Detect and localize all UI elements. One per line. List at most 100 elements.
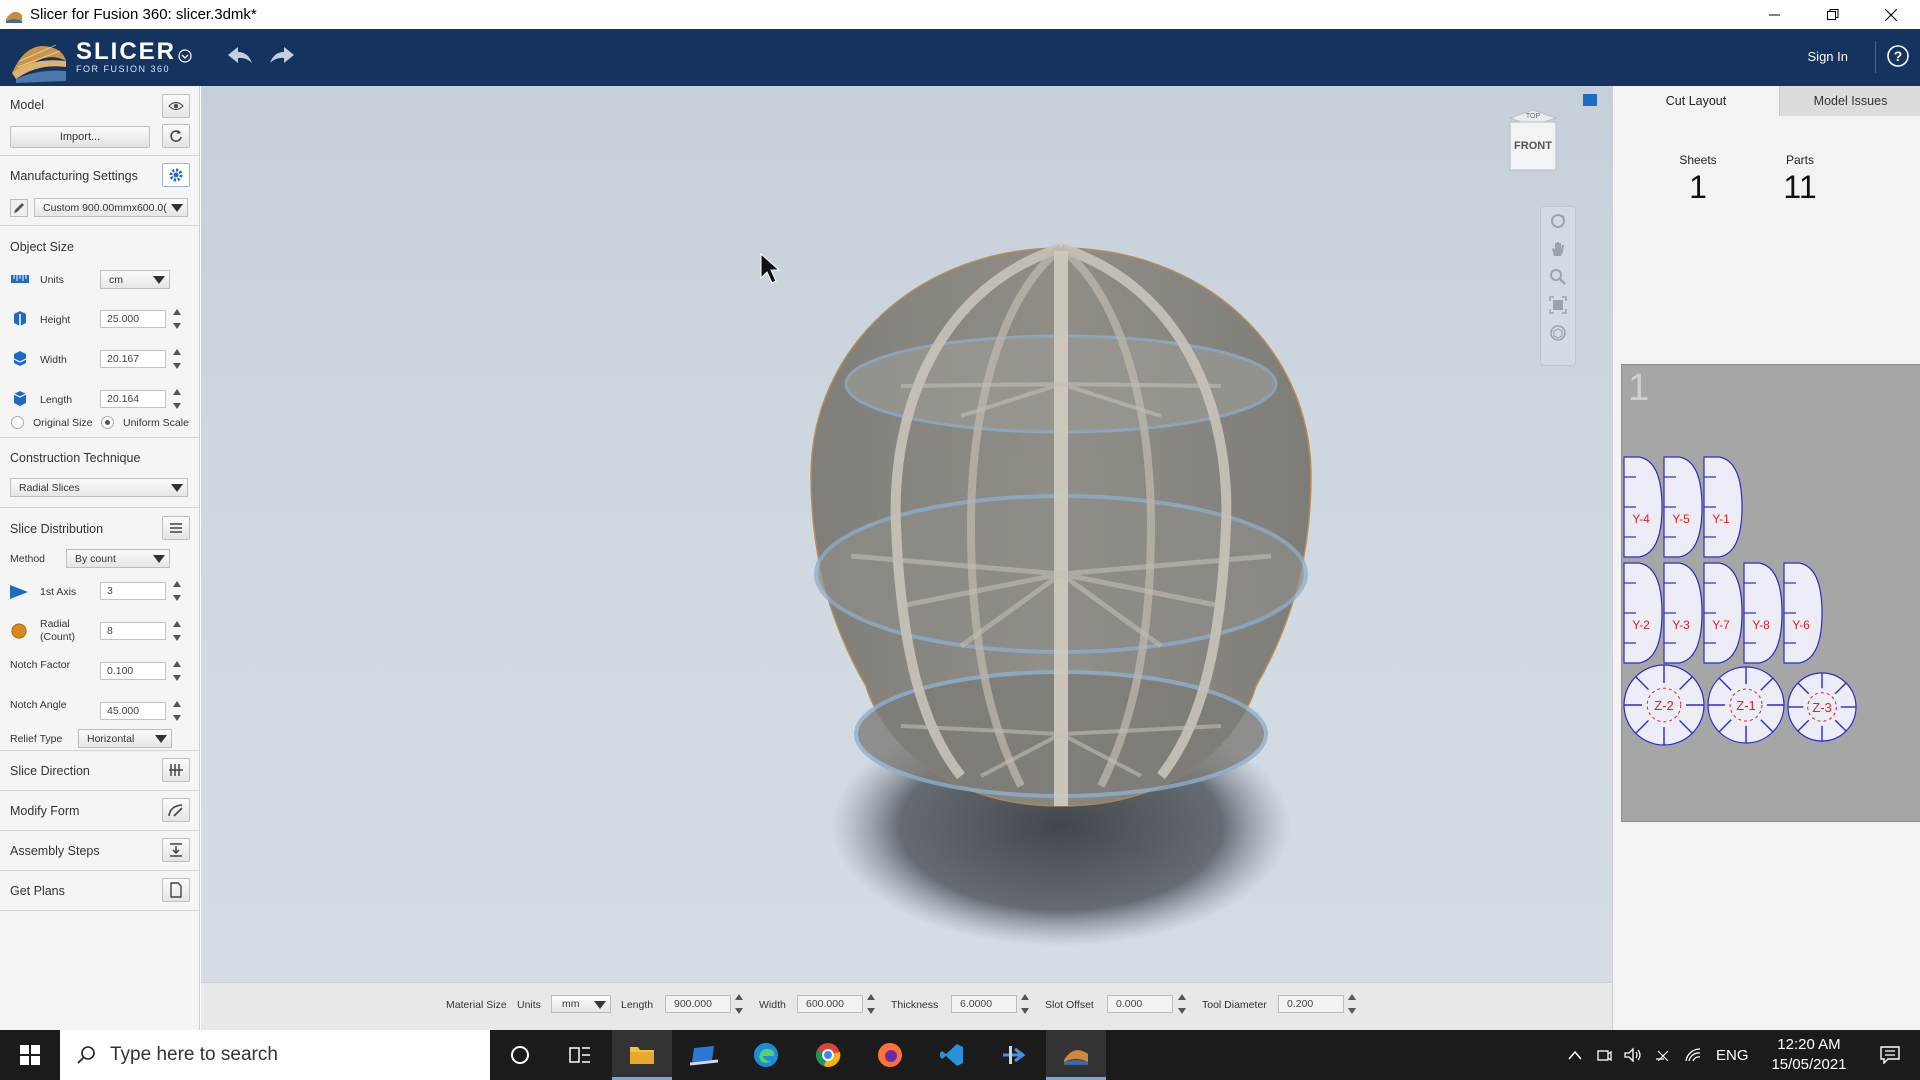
- slicer-taskbar-button[interactable]: [1046, 1030, 1106, 1080]
- height-stepper[interactable]: [172, 307, 182, 331]
- help-icon[interactable]: ?: [1886, 44, 1910, 68]
- notifications-button[interactable]: [1860, 1030, 1920, 1080]
- zoom-button[interactable]: [1541, 263, 1575, 291]
- slot-offset-input[interactable]: 0.000: [1107, 995, 1173, 1013]
- undo-icon[interactable]: [226, 45, 254, 65]
- firefox-browser-button[interactable]: [860, 1030, 920, 1080]
- slice-distribution-button[interactable]: [162, 516, 190, 540]
- length-stepper[interactable]: [172, 387, 182, 411]
- sheets-stat: Sheets 1: [1663, 153, 1733, 206]
- edge-browser-button[interactable]: [736, 1030, 796, 1080]
- get-plans-section[interactable]: Get Plans: [0, 871, 199, 911]
- chevron-up-icon[interactable]: [1568, 1050, 1582, 1060]
- minimize-button[interactable]: [1746, 0, 1804, 29]
- sheet-part[interactable]: Y-6: [1783, 562, 1823, 664]
- file-explorer-button[interactable]: [612, 1030, 672, 1080]
- notch-factor-stepper[interactable]: [172, 659, 182, 683]
- thickness-input[interactable]: 6.0000: [951, 995, 1017, 1013]
- sheet-part[interactable]: Y-5: [1663, 456, 1703, 558]
- notch-angle-stepper[interactable]: [172, 699, 182, 723]
- original-size-radio[interactable]: [11, 416, 24, 429]
- pen-input-icon[interactable]: [1654, 1047, 1672, 1063]
- width-stepper[interactable]: [172, 347, 182, 371]
- tab-cut-layout[interactable]: Cut Layout: [1613, 86, 1779, 116]
- chevron-down-icon: [155, 735, 167, 743]
- start-button[interactable]: [0, 1030, 60, 1080]
- refresh-button[interactable]: [162, 124, 190, 148]
- import-button[interactable]: Import...: [10, 126, 150, 148]
- modify-form-section[interactable]: Modify Form: [0, 791, 199, 831]
- height-input[interactable]: 25.000: [100, 310, 166, 328]
- app-laptop-button[interactable]: [674, 1030, 734, 1080]
- manufacturing-settings-button[interactable]: [162, 163, 190, 187]
- right-tabs: Cut Layout Model Issues: [1613, 86, 1920, 116]
- 3d-viewport[interactable]: TOP FRONT: [201, 86, 1612, 1030]
- close-button[interactable]: [1862, 0, 1920, 29]
- app-menu-chevron-icon[interactable]: [178, 49, 192, 63]
- pan-button[interactable]: [1541, 235, 1575, 263]
- taskbar-search[interactable]: Type here to search: [60, 1030, 490, 1080]
- sheet-part[interactable]: Z-1: [1707, 666, 1785, 744]
- cut-sheet[interactable]: 1 Y-4 Y-5 Y-1 Y-2 Y-3 Y-7 Y-8 Y-6 Z-2 Z-1 Z-3: [1621, 364, 1920, 822]
- units-select[interactable]: cm: [100, 270, 170, 289]
- material-width-input[interactable]: 600.000: [797, 995, 863, 1013]
- slice-direction-section[interactable]: Slice Direction: [0, 751, 199, 791]
- material-width-stepper[interactable]: [866, 992, 876, 1016]
- tab-model-issues[interactable]: Model Issues: [1779, 86, 1920, 116]
- assembly-steps-button[interactable]: [162, 838, 190, 862]
- vscode-button[interactable]: [922, 1030, 982, 1080]
- method-select[interactable]: By count: [66, 549, 170, 568]
- width-input[interactable]: 20.167: [100, 350, 166, 368]
- sheet-part[interactable]: Y-4: [1623, 456, 1663, 558]
- radial-count-stepper[interactable]: [172, 619, 182, 643]
- edit-pencil-icon[interactable]: [10, 199, 28, 217]
- manufacturing-preset-select[interactable]: Custom 900.00mmx600.0(: [34, 198, 188, 217]
- uniform-scale-radio[interactable]: [101, 416, 114, 429]
- sheet-part[interactable]: Y-3: [1663, 562, 1703, 664]
- language-indicator[interactable]: ENG: [1716, 1047, 1749, 1064]
- sign-in-link[interactable]: Sign In: [1808, 49, 1848, 64]
- thickness-stepper[interactable]: [1020, 992, 1030, 1016]
- relief-type-select[interactable]: Horizontal: [78, 729, 172, 748]
- visibility-button[interactable]: [162, 94, 190, 118]
- wifi-icon[interactable]: [1684, 1047, 1702, 1063]
- material-length-input[interactable]: 900.000: [665, 995, 731, 1013]
- task-view-button[interactable]: [550, 1030, 610, 1080]
- orbit-button[interactable]: [1541, 207, 1575, 235]
- notch-angle-input[interactable]: 45.000: [100, 702, 166, 720]
- length-input[interactable]: 20.164: [100, 390, 166, 408]
- first-axis-stepper[interactable]: [172, 579, 182, 603]
- taskbar-clock[interactable]: 12:20 AM 15/05/2021: [1770, 1035, 1848, 1075]
- slot-offset-stepper[interactable]: [1177, 992, 1187, 1016]
- chrome-browser-button[interactable]: [798, 1030, 858, 1080]
- modify-form-button[interactable]: [162, 798, 190, 822]
- tool-diameter-stepper[interactable]: [1347, 992, 1357, 1016]
- assembly-steps-section[interactable]: Assembly Steps: [0, 831, 199, 871]
- cortana-button[interactable]: [490, 1030, 550, 1080]
- home-view-button[interactable]: [1541, 319, 1575, 347]
- assembly-steps-title: Assembly Steps: [10, 844, 100, 858]
- notch-factor-input[interactable]: 0.100: [100, 662, 166, 680]
- view-cube[interactable]: TOP FRONT: [1506, 108, 1560, 174]
- radial-count-input[interactable]: 8: [100, 622, 166, 640]
- sheet-part[interactable]: Y-8: [1743, 562, 1783, 664]
- get-plans-button[interactable]: [162, 878, 190, 902]
- meet-now-icon[interactable]: [1596, 1047, 1612, 1063]
- material-length-stepper[interactable]: [734, 992, 744, 1016]
- material-units-select[interactable]: mm: [551, 995, 611, 1013]
- redo-icon[interactable]: [268, 45, 296, 65]
- fit-view-button[interactable]: [1541, 291, 1575, 319]
- sheet-part[interactable]: Y-2: [1623, 562, 1663, 664]
- sheet-part[interactable]: Y-7: [1703, 562, 1743, 664]
- left-panel: Model Import... Manufacturing Settings C…: [0, 86, 200, 1030]
- first-axis-input[interactable]: 3: [100, 582, 166, 600]
- sheet-part[interactable]: Z-3: [1787, 672, 1857, 742]
- app-arrows-button[interactable]: [984, 1030, 1044, 1080]
- volume-icon[interactable]: [1624, 1047, 1642, 1063]
- sheet-part[interactable]: Z-2: [1623, 664, 1705, 746]
- slice-direction-button[interactable]: [162, 758, 190, 782]
- restore-button[interactable]: [1804, 0, 1862, 29]
- construction-select[interactable]: Radial Slices: [10, 478, 188, 497]
- sheet-part[interactable]: Y-1: [1703, 456, 1743, 558]
- tool-diameter-input[interactable]: 0.200: [1278, 995, 1344, 1013]
